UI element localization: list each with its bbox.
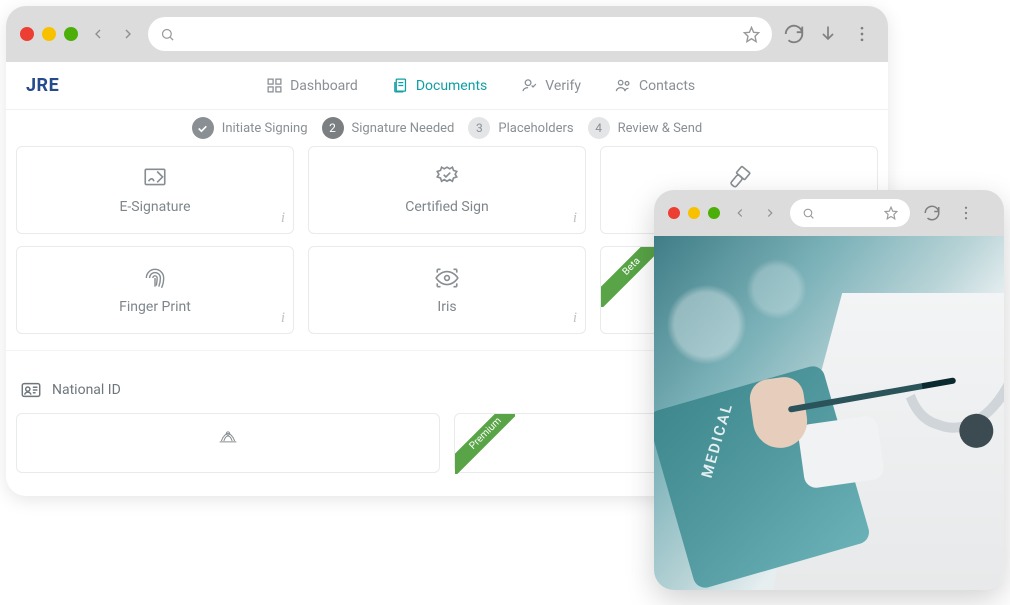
star-icon[interactable]	[743, 26, 760, 43]
iris-icon	[434, 265, 460, 291]
secondary-browser-window	[654, 190, 1004, 590]
nav-label: Contacts	[639, 78, 695, 94]
nav-contacts[interactable]: Contacts	[615, 77, 695, 94]
step-number: 2	[322, 117, 344, 139]
section-title: National ID	[52, 382, 121, 398]
card-iris[interactable]: Iris i	[308, 246, 586, 334]
progress-stepper: Initiate Signing 2 Signature Needed 3 Pl…	[6, 110, 888, 146]
minimize-window-dot[interactable]	[42, 27, 56, 41]
nav-label: Verify	[545, 78, 581, 94]
card-label: Iris	[437, 299, 456, 315]
documents-icon	[392, 77, 409, 94]
window-controls	[668, 207, 720, 219]
close-window-dot[interactable]	[668, 207, 680, 219]
check-icon	[192, 117, 214, 139]
info-icon[interactable]: i	[281, 210, 285, 227]
maximize-window-dot[interactable]	[64, 27, 78, 41]
step-label: Initiate Signing	[222, 121, 308, 136]
search-icon	[160, 27, 175, 42]
contacts-icon	[615, 77, 632, 94]
beta-ribbon: Beta	[601, 247, 661, 307]
forward-button[interactable]	[760, 203, 780, 223]
app-navbar: JRE Dashboard Documents Verify Contacts	[6, 62, 888, 110]
premium-ribbon: Premium	[455, 414, 515, 474]
fingerprint-icon	[142, 265, 168, 291]
back-button[interactable]	[88, 24, 108, 44]
info-icon[interactable]: i	[281, 310, 285, 327]
card-certified-sign[interactable]: Certified Sign i	[308, 146, 586, 234]
dashboard-icon	[266, 77, 283, 94]
step-signature-needed[interactable]: 2 Signature Needed	[322, 117, 455, 139]
more-menu-button[interactable]	[954, 204, 978, 222]
step-label: Review & Send	[618, 121, 703, 136]
certified-sign-icon	[434, 165, 460, 191]
emblem-icon	[215, 426, 241, 452]
info-icon[interactable]: i	[573, 310, 577, 327]
step-number: 4	[588, 117, 610, 139]
card-label: Finger Print	[119, 299, 191, 315]
back-button[interactable]	[730, 203, 750, 223]
nav-label: Dashboard	[290, 78, 358, 94]
step-review-send[interactable]: 4 Review & Send	[588, 117, 703, 139]
nav-documents[interactable]: Documents	[392, 77, 487, 94]
medical-hero-image	[654, 236, 1004, 590]
maximize-window-dot[interactable]	[708, 207, 720, 219]
e-signature-icon	[142, 165, 168, 191]
step-placeholders[interactable]: 3 Placeholders	[468, 117, 573, 139]
sleeve-cuff	[797, 415, 885, 490]
card-e-signature[interactable]: E-Signature i	[16, 146, 294, 234]
star-icon[interactable]	[884, 206, 898, 220]
card-national-id-1[interactable]	[16, 413, 440, 473]
step-label: Signature Needed	[352, 121, 455, 136]
card-label: E-Signature	[119, 199, 190, 215]
search-icon	[802, 207, 815, 220]
card-label: Certified Sign	[405, 199, 488, 215]
step-label: Placeholders	[498, 121, 573, 136]
id-card-icon	[20, 379, 42, 401]
card-finger-print[interactable]: Finger Print i	[16, 246, 294, 334]
nav-dashboard[interactable]: Dashboard	[266, 77, 358, 94]
address-bar[interactable]	[148, 17, 772, 51]
info-icon[interactable]: i	[573, 210, 577, 227]
reload-button[interactable]	[920, 204, 944, 222]
step-initiate-signing[interactable]: Initiate Signing	[192, 117, 308, 139]
step-number: 3	[468, 117, 490, 139]
verify-icon	[521, 77, 538, 94]
minimize-window-dot[interactable]	[688, 207, 700, 219]
reload-button[interactable]	[782, 23, 806, 45]
close-window-dot[interactable]	[20, 27, 34, 41]
browser-chrome	[6, 6, 888, 62]
forward-button[interactable]	[118, 24, 138, 44]
window-controls	[20, 27, 78, 41]
address-bar[interactable]	[790, 199, 910, 227]
nav-verify[interactable]: Verify	[521, 77, 581, 94]
more-menu-button[interactable]	[850, 24, 874, 44]
nav-label: Documents	[416, 78, 487, 94]
download-button[interactable]	[816, 24, 840, 44]
browser-chrome	[654, 190, 1004, 236]
brand-logo: JRE	[26, 75, 59, 96]
